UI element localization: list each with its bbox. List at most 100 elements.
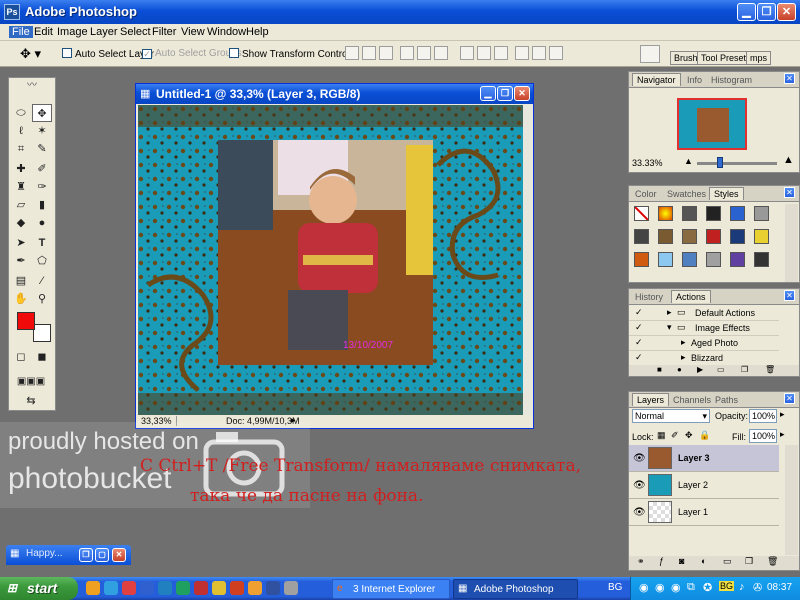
- navigator-preview[interactable]: [677, 98, 747, 150]
- layer-row[interactable]: 👁 Layer 3: [629, 445, 779, 472]
- style-swatch[interactable]: [634, 252, 649, 267]
- style-none-swatch[interactable]: [634, 206, 649, 221]
- action-row[interactable]: ✓ ▾ ▭ Image Effects: [629, 321, 779, 336]
- layers-palette-close-icon[interactable]: ✕: [784, 393, 795, 404]
- distribute-hcenter-icon[interactable]: [532, 46, 546, 60]
- magic-wand-tool-icon[interactable]: ✶: [32, 122, 52, 140]
- file-browser-icon[interactable]: [640, 45, 660, 63]
- action-check-icon[interactable]: ✓: [635, 337, 643, 348]
- action-check-icon[interactable]: ✓: [635, 322, 643, 333]
- align-horizontal-centers-icon[interactable]: [417, 46, 431, 60]
- play-icon[interactable]: ▶: [697, 365, 703, 374]
- style-swatch[interactable]: [730, 229, 745, 244]
- opacity-arrow-icon[interactable]: ▸: [780, 409, 785, 420]
- minimized-restore-button[interactable]: ❐: [79, 548, 93, 562]
- slice-tool-icon[interactable]: ✎: [32, 140, 52, 158]
- zoom-in-icon[interactable]: ▲: [783, 154, 794, 166]
- tab-actions[interactable]: Actions: [671, 290, 711, 303]
- clone-stamp-tool-icon[interactable]: ♜: [11, 178, 31, 196]
- lock-all-icon[interactable]: 🔒: [699, 430, 710, 441]
- quicklaunch-icon[interactable]: [104, 581, 118, 595]
- zoom-tool-icon[interactable]: ⚲: [32, 290, 52, 308]
- menu-select[interactable]: Select: [120, 26, 151, 38]
- document-minimize-button[interactable]: ▁: [480, 86, 496, 101]
- marquee-tool-icon[interactable]: ⬭: [11, 104, 31, 122]
- document-maximize-button[interactable]: ❐: [497, 86, 513, 101]
- language-indicator[interactable]: BG: [608, 582, 622, 593]
- tab-navigator[interactable]: Navigator: [632, 73, 681, 86]
- crop-tool-icon[interactable]: ⌗: [11, 140, 31, 158]
- distribute-left-icon[interactable]: [515, 46, 529, 60]
- align-bottom-edges-icon[interactable]: [379, 46, 393, 60]
- style-swatch[interactable]: [754, 252, 769, 267]
- layer-row[interactable]: 👁 Layer 1: [629, 499, 779, 526]
- move-tool-preset-icon[interactable]: ✥ ▾: [20, 46, 41, 62]
- styles-palette-close-icon[interactable]: ✕: [784, 187, 795, 198]
- minimized-close-button[interactable]: ✕: [112, 548, 126, 562]
- style-swatch[interactable]: [754, 229, 769, 244]
- document-close-button[interactable]: ✕: [514, 86, 530, 101]
- hand-tool-icon[interactable]: ✋: [11, 290, 31, 308]
- distribute-right-icon[interactable]: [549, 46, 563, 60]
- expand-arrow-icon[interactable]: ▸: [667, 307, 672, 318]
- align-top-edges-icon[interactable]: [345, 46, 359, 60]
- action-check-icon[interactable]: ✓: [635, 307, 643, 318]
- delete-layer-icon[interactable]: 🗑: [767, 556, 778, 567]
- menu-filter[interactable]: Filter: [152, 26, 176, 38]
- style-swatch[interactable]: [706, 229, 721, 244]
- taskbar-adobe-photoshop[interactable]: ▦ Adobe Photoshop: [453, 579, 578, 599]
- tab-histogram[interactable]: Histogram: [711, 75, 752, 85]
- quicklaunch-icon[interactable]: [158, 581, 172, 595]
- quicklaunch-icon[interactable]: [122, 581, 136, 595]
- layer-row[interactable]: 👁 Layer 2: [629, 472, 779, 499]
- auto-select-layer-option[interactable]: Auto Select Layer: [62, 48, 154, 60]
- new-set-icon[interactable]: ▭: [717, 365, 725, 374]
- action-row[interactable]: ✓ ▸ Aged Photo: [629, 336, 779, 351]
- new-layer-icon[interactable]: ❐: [745, 556, 753, 567]
- tab-channels[interactable]: Channels: [673, 395, 711, 405]
- style-swatch[interactable]: [730, 206, 745, 221]
- layer-mask-icon[interactable]: ◙: [679, 556, 684, 566]
- standard-mode-icon[interactable]: ◻: [11, 348, 31, 366]
- navigator-zoom-slider[interactable]: [697, 162, 777, 165]
- fill-input[interactable]: 100%: [749, 429, 777, 443]
- link-layers-icon[interactable]: ⚭: [637, 556, 645, 567]
- tab-color[interactable]: Color: [635, 189, 657, 199]
- eye-icon[interactable]: 👁: [633, 507, 646, 518]
- healing-brush-tool-icon[interactable]: ✚: [11, 160, 31, 178]
- navigator-palette-close-icon[interactable]: ✕: [784, 73, 795, 84]
- style-swatch[interactable]: [730, 252, 745, 267]
- navigator-zoom-value[interactable]: 33.33%: [632, 158, 663, 168]
- stop-icon[interactable]: ■: [657, 365, 662, 374]
- styles-scrollbar[interactable]: [785, 204, 798, 282]
- quicklaunch-icon[interactable]: [284, 581, 298, 595]
- minimized-document-window[interactable]: ▦ Happy... ❐ ▢ ✕: [6, 545, 131, 565]
- layers-scrollbar[interactable]: [785, 445, 798, 555]
- palette-well-tab-comps[interactable]: mps: [746, 51, 772, 65]
- menu-edit[interactable]: Edit: [34, 26, 53, 38]
- menu-help[interactable]: Help: [246, 26, 269, 38]
- opacity-input[interactable]: 100%: [749, 409, 777, 423]
- blur-tool-icon[interactable]: ◆: [11, 214, 31, 232]
- document-canvas[interactable]: 13/10/2007: [138, 105, 523, 415]
- clock[interactable]: 08:37: [767, 582, 792, 593]
- document-title-bar[interactable]: ▦ Untitled-1 @ 33,3% (Layer 3, RGB/8) ▁ …: [136, 84, 533, 104]
- align-left-edges-icon[interactable]: [400, 46, 414, 60]
- history-brush-tool-icon[interactable]: ✑: [32, 178, 52, 196]
- brush-tool-icon[interactable]: ✐: [32, 160, 52, 178]
- align-right-edges-icon[interactable]: [434, 46, 448, 60]
- tab-layers[interactable]: Layers: [632, 393, 670, 406]
- maximize-button[interactable]: ❐: [757, 3, 776, 21]
- style-swatch[interactable]: [682, 252, 697, 267]
- flag-icon[interactable]: [194, 581, 208, 595]
- background-color-swatch[interactable]: [33, 324, 51, 342]
- action-row[interactable]: ✓ ▸ Blizzard: [629, 351, 779, 366]
- taskbar-internet-explorer[interactable]: e 3 Internet Explorer: [332, 579, 450, 599]
- dodge-tool-icon[interactable]: ●: [32, 214, 52, 232]
- navigator-slider-thumb[interactable]: [717, 157, 723, 168]
- adjustment-layer-icon[interactable]: ◐: [701, 556, 706, 566]
- record-icon[interactable]: ●: [677, 365, 682, 374]
- style-swatch[interactable]: [706, 206, 721, 221]
- distribute-top-icon[interactable]: [460, 46, 474, 60]
- style-swatch[interactable]: [682, 206, 697, 221]
